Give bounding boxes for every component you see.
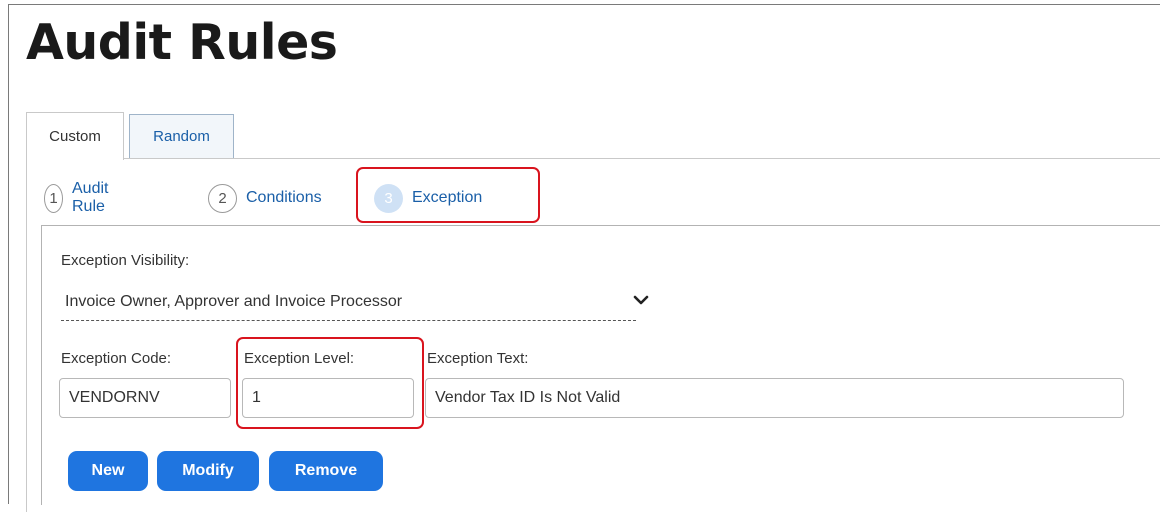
step-exception[interactable]: 3 Exception (374, 182, 482, 214)
exception-code-value: VENDORNV (69, 389, 160, 406)
exception-level-input[interactable]: 1 (242, 378, 414, 418)
step-conditions[interactable]: 2 Conditions (208, 182, 322, 214)
new-button[interactable]: New (68, 451, 148, 491)
visibility-label: Exception Visibility: (61, 252, 190, 269)
step-number: 1 (44, 183, 63, 213)
level-label: Exception Level: (244, 350, 355, 367)
step-audit-rule[interactable]: 1 Audit Rule (44, 180, 118, 215)
exception-code-input[interactable]: VENDORNV (59, 378, 231, 418)
tab-random-label: Random (153, 128, 210, 145)
remove-button[interactable]: Remove (269, 451, 383, 491)
step-number: 2 (208, 183, 237, 213)
visibility-select[interactable]: Invoice Owner, Approver and Invoice Proc… (61, 283, 649, 321)
tab-random[interactable]: Random (129, 114, 234, 158)
text-label: Exception Text: (427, 350, 529, 367)
visibility-value: Invoice Owner, Approver and Invoice Proc… (65, 292, 403, 310)
code-label: Exception Code: (61, 350, 172, 367)
step-number-current: 3 (374, 183, 403, 213)
page-title: Audit Rules (26, 14, 338, 71)
chevron-down-icon[interactable] (630, 289, 652, 311)
step-label: Conditions (246, 189, 322, 206)
step-label: Exception (412, 189, 483, 206)
modify-button[interactable]: Modify (157, 451, 259, 491)
tab-custom-label: Custom (49, 128, 101, 145)
exception-text-value: Vendor Tax ID Is Not Valid (435, 389, 621, 406)
tab-divider (26, 158, 1160, 159)
tab-custom[interactable]: Custom (26, 112, 124, 160)
exception-text-input[interactable]: Vendor Tax ID Is Not Valid (425, 378, 1124, 418)
step-label: Audit Rule (72, 180, 109, 215)
exception-level-value: 1 (252, 389, 261, 406)
